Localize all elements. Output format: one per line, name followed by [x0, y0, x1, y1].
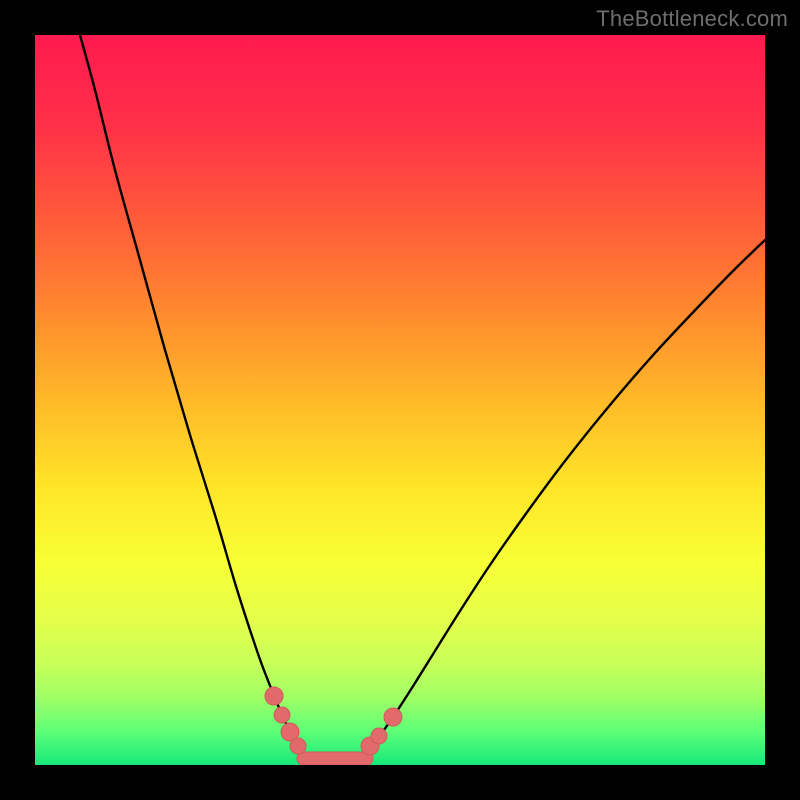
curve-layer: [35, 35, 765, 765]
threshold-markers: [265, 687, 402, 765]
curve-line: [80, 35, 765, 765]
marker-bead: [371, 728, 387, 744]
plot-area: [35, 35, 765, 765]
marker-bead: [384, 708, 402, 726]
marker-bead: [274, 707, 290, 723]
chart-frame: TheBottleneck.com: [0, 0, 800, 800]
marker-bead: [265, 687, 283, 705]
watermark-text: TheBottleneck.com: [596, 6, 788, 32]
marker-bead: [290, 738, 306, 754]
marker-bar: [297, 752, 373, 765]
